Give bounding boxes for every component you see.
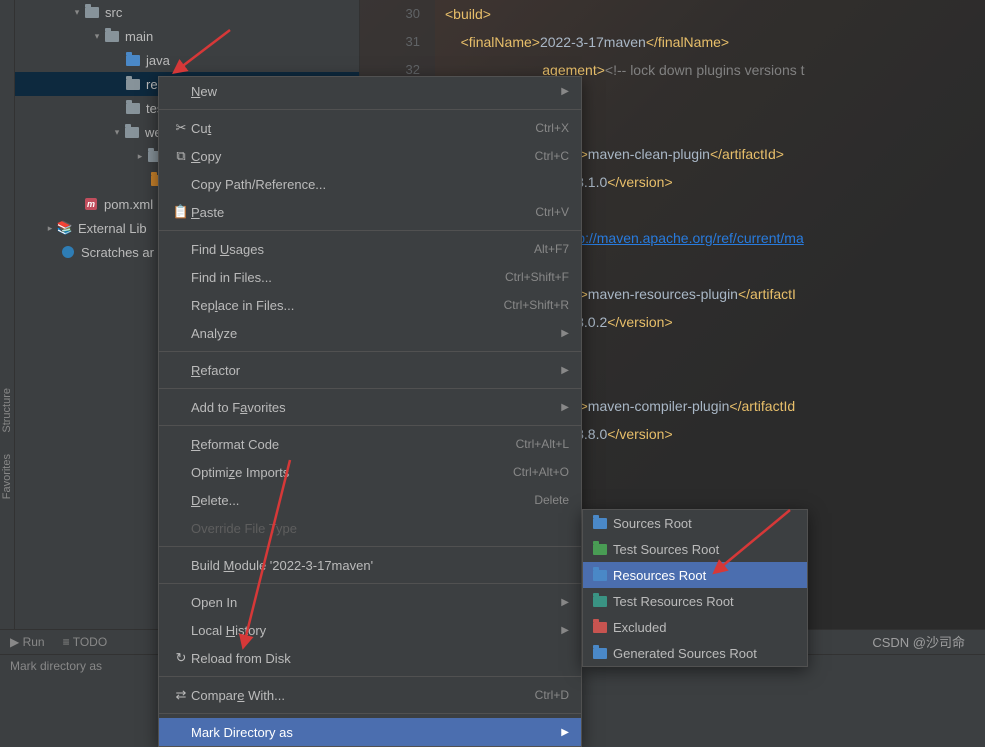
folder-icon <box>593 622 607 633</box>
folder-icon <box>593 544 607 555</box>
sub-label: Excluded <box>613 620 666 635</box>
csdn-watermark: CSDN @沙司命 <box>872 632 965 651</box>
menu-markdir[interactable]: Mark Directory as▶ <box>159 718 581 746</box>
folder-icon <box>593 648 607 659</box>
menu-paste[interactable]: 📋PasteCtrl+V <box>159 198 581 226</box>
compare-icon: ⇄ <box>171 687 191 703</box>
folder-icon <box>105 31 119 42</box>
sub-label: Generated Sources Root <box>613 646 757 661</box>
menu-buildmodule[interactable]: Build Module '2022-3-17maven' <box>159 551 581 579</box>
chevron-down-icon[interactable]: ▾ <box>70 7 84 18</box>
tree-src[interactable]: ▾ src <box>15 0 359 24</box>
scratch-icon <box>62 246 74 258</box>
run-button[interactable]: ▶ Run <box>10 635 45 649</box>
tree-label: Scratches ar <box>81 245 154 260</box>
maven-icon: m <box>85 198 97 210</box>
tree-label: pom.xml <box>104 197 153 212</box>
tree-java[interactable]: java <box>15 48 359 72</box>
tree-label: src <box>105 5 122 20</box>
menu-openin[interactable]: Open In▶ <box>159 588 581 616</box>
menu-findfiles[interactable]: Find in Files...Ctrl+Shift+F <box>159 263 581 291</box>
menu-refactor[interactable]: Refactor▶ <box>159 356 581 384</box>
library-icon: 📚 <box>57 220 73 236</box>
favorites-tab[interactable]: Favorites <box>1 446 13 507</box>
context-menu: New▶ ✂CutCtrl+X ⧉CopyCtrl+C Copy Path/Re… <box>158 76 582 747</box>
sub-label: Resources Root <box>613 568 706 583</box>
structure-tab[interactable]: Structure <box>1 380 13 441</box>
folder-icon <box>126 55 140 66</box>
menu-optimize[interactable]: Optimize ImportsCtrl+Alt+O <box>159 458 581 486</box>
sub-generated[interactable]: Generated Sources Root <box>583 640 807 666</box>
tree-main[interactable]: ▾ main <box>15 24 359 48</box>
chevron-down-icon[interactable]: ▾ <box>110 127 124 138</box>
chevron-right-icon[interactable]: ▸ <box>133 151 147 162</box>
copy-icon: ⧉ <box>171 148 191 164</box>
menu-copy[interactable]: ⧉CopyCtrl+C <box>159 142 581 170</box>
tree-label: java <box>146 53 170 68</box>
folder-icon <box>593 570 607 581</box>
folder-icon <box>125 127 139 138</box>
sub-label: Sources Root <box>613 516 692 531</box>
menu-override: Override File Type <box>159 514 581 542</box>
todo-button[interactable]: ≡ TODO <box>63 635 108 649</box>
menu-cut[interactable]: ✂CutCtrl+X <box>159 114 581 142</box>
sub-label: Test Resources Root <box>613 594 734 609</box>
menu-compare[interactable]: ⇄Compare With...Ctrl+D <box>159 681 581 709</box>
chevron-right-icon[interactable]: ▸ <box>43 223 57 234</box>
tree-label: main <box>125 29 153 44</box>
sub-excluded[interactable]: Excluded <box>583 614 807 640</box>
sub-testresources[interactable]: Test Resources Root <box>583 588 807 614</box>
sub-sources[interactable]: Sources Root <box>583 510 807 536</box>
folder-icon <box>85 7 99 18</box>
menu-reload[interactable]: ↻Reload from Disk <box>159 644 581 672</box>
menu-new[interactable]: New▶ <box>159 77 581 105</box>
sub-testsources[interactable]: Test Sources Root <box>583 536 807 562</box>
sub-label: Test Sources Root <box>613 542 719 557</box>
menu-favorites[interactable]: Add to Favorites▶ <box>159 393 581 421</box>
reload-icon: ↻ <box>171 650 191 666</box>
menu-findusages[interactable]: Find UsagesAlt+F7 <box>159 235 581 263</box>
markdir-submenu: Sources Root Test Sources Root Resources… <box>582 509 808 667</box>
paste-icon: 📋 <box>171 204 191 220</box>
menu-localhistory[interactable]: Local History▶ <box>159 616 581 644</box>
line-number: 31 <box>360 28 420 56</box>
scissors-icon: ✂ <box>171 120 191 136</box>
chevron-down-icon[interactable]: ▾ <box>90 31 104 42</box>
folder-icon <box>593 596 607 607</box>
menu-analyze[interactable]: Analyze▶ <box>159 319 581 347</box>
menu-copypath[interactable]: Copy Path/Reference... <box>159 170 581 198</box>
folder-icon <box>126 79 140 90</box>
menu-reformat[interactable]: Reformat CodeCtrl+Alt+L <box>159 430 581 458</box>
tree-label: External Lib <box>78 221 147 236</box>
menu-delete[interactable]: Delete...Delete <box>159 486 581 514</box>
folder-icon <box>126 103 140 114</box>
sub-resources[interactable]: Resources Root <box>583 562 807 588</box>
folder-icon <box>593 518 607 529</box>
menu-replacefiles[interactable]: Replace in Files...Ctrl+Shift+R <box>159 291 581 319</box>
line-number: 30 <box>360 0 420 28</box>
status-text: Mark directory as <box>10 659 102 673</box>
